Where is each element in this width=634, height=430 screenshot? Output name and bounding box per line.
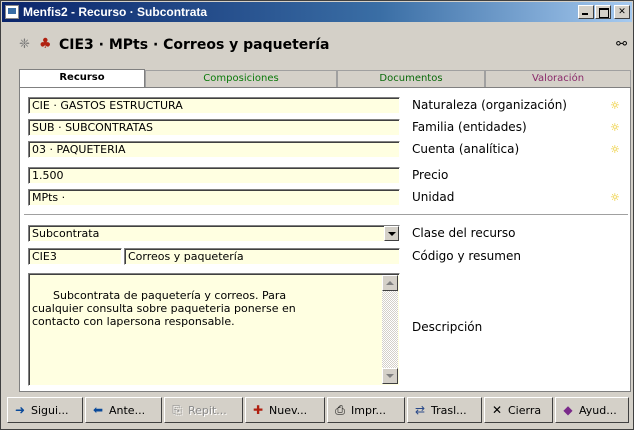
sun-icon[interactable]: ☼ <box>610 119 620 136</box>
new-button[interactable]: ✚ Nuev... <box>245 397 325 423</box>
app-icon <box>5 5 19 19</box>
tab-composiciones[interactable]: Composiciones <box>145 70 337 88</box>
scroll-up-button[interactable] <box>382 275 398 291</box>
tab-recurso[interactable]: Recurso <box>19 69 145 87</box>
minimize-button[interactable] <box>578 5 594 19</box>
maximize-button[interactable] <box>595 5 611 19</box>
new-resource-icon: ✚ <box>252 403 264 417</box>
help-label: Ayud... <box>579 404 617 417</box>
clase-value: Subcontrata <box>32 227 100 240</box>
resource-panel: CIE · GASTOS ESTRUCTURA Naturaleza (orga… <box>19 87 631 392</box>
tab-documentos[interactable]: Documentos <box>337 70 485 88</box>
chevron-down-icon[interactable] <box>384 226 399 241</box>
familia-field[interactable]: SUB · SUBCONTRATAS <box>28 119 400 136</box>
help-book-icon: ◆ <box>563 403 573 417</box>
familia-label: Familia (entidades) <box>412 120 527 134</box>
previous-label: Ante... <box>109 404 146 417</box>
unidad-field[interactable]: MPts · <box>28 189 400 206</box>
transfer-icon: ⇄ <box>414 403 426 417</box>
naturaleza-label: Naturaleza (organización) <box>412 98 567 112</box>
descripcion-textarea[interactable]: Subcontrata de paquetería y correos. Par… <box>28 273 400 386</box>
pattern-icon: ❈ <box>19 37 30 52</box>
printer-icon: ⎙ <box>335 403 345 417</box>
app-window: Menfis2 - Recurso · Subcontrata ✕ ❈ ♣ CI… <box>0 0 634 430</box>
arrow-right-icon: ➜ <box>14 403 26 417</box>
repeat-icon: ⎘ <box>172 403 182 417</box>
help-button[interactable]: ◆ Ayud... <box>555 397 629 423</box>
precio-label: Precio <box>412 168 449 182</box>
next-label: Sigui... <box>31 404 69 417</box>
tab-valoracion[interactable]: Valoración <box>485 70 631 88</box>
title-bar[interactable]: Menfis2 - Recurso · Subcontrata ✕ <box>2 2 632 22</box>
cuenta-label: Cuenta (analítica) <box>412 142 520 156</box>
previous-button[interactable]: ⬅ Ante... <box>85 397 162 423</box>
transfer-label: Trasl... <box>431 404 467 417</box>
page-title: CIE3 · MPts · Correos y paquetería <box>59 37 330 53</box>
clase-label: Clase del recurso <box>412 226 516 240</box>
bottom-toolbar: ➜ Sigui... ⬅ Ante... ⎘ Repit... ✚ Nuev... ⎙ I… <box>7 397 631 425</box>
close-icon: ✕ <box>491 403 503 417</box>
descripcion-label: Descripción <box>412 320 483 334</box>
cuenta-field[interactable]: 03 · PAQUETERIA <box>28 141 400 158</box>
clase-select[interactable]: Subcontrata <box>28 225 400 242</box>
arrow-left-icon: ⬅ <box>92 403 104 417</box>
codigo-field[interactable]: CIE3 <box>28 248 122 265</box>
codigo-label: Código y resumen <box>412 249 521 263</box>
transfer-button[interactable]: ⇄ Trasl... <box>407 397 482 423</box>
tab-strip: Recurso Composiciones Documentos Valorac… <box>19 69 631 88</box>
sun-icon[interactable]: ☼ <box>610 141 620 158</box>
precio-field[interactable]: 1.500 <box>28 167 400 184</box>
section-divider <box>24 214 628 216</box>
vertical-scrollbar[interactable] <box>382 275 398 384</box>
close-button[interactable]: ✕ Cierra <box>484 397 553 423</box>
print-label: Impr... <box>351 404 386 417</box>
close-label: Cierra <box>508 404 542 417</box>
scroll-down-button[interactable] <box>382 368 398 384</box>
print-button[interactable]: ⎙ Impr... <box>327 397 405 423</box>
window-title: Menfis2 - Recurso · Subcontrata <box>23 5 208 19</box>
binoculars-icon[interactable]: ⚯ <box>616 37 627 52</box>
repeat-button[interactable]: ⎘ Repit... <box>164 397 243 423</box>
sun-icon[interactable]: ☼ <box>610 97 620 114</box>
sun-icon[interactable]: ☼ <box>610 189 620 206</box>
new-label: Nuev... <box>269 404 308 417</box>
resource-icon: ♣ <box>39 36 52 52</box>
resumen-field[interactable]: Correos y paquetería <box>124 248 400 265</box>
record-header: ❈ ♣ CIE3 · MPts · Correos y paquetería ⚯ <box>7 33 629 57</box>
repeat-label: Repit... <box>188 404 227 417</box>
unidad-label: Unidad <box>412 190 455 204</box>
naturaleza-field[interactable]: CIE · GASTOS ESTRUCTURA <box>28 97 400 114</box>
next-button[interactable]: ➜ Sigui... <box>7 397 83 423</box>
descripcion-text: Subcontrata de paquetería y correos. Par… <box>32 289 296 328</box>
close-window-button[interactable]: ✕ <box>614 5 630 19</box>
